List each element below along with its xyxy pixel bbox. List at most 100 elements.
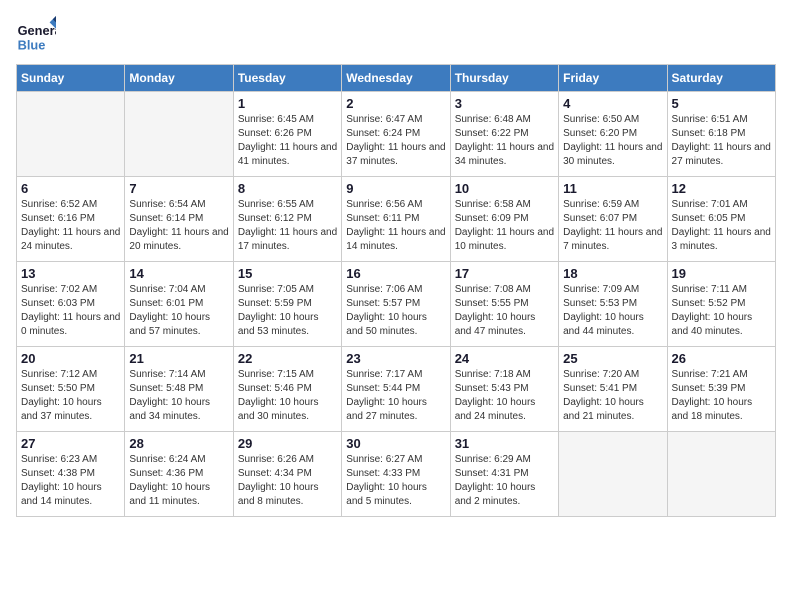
calendar-day: 8 Sunrise: 6:55 AM Sunset: 6:12 PM Daylig… (233, 177, 341, 262)
day-info: Sunrise: 6:45 AM Sunset: 6:26 PM Dayligh… (238, 113, 337, 169)
day-number: 22 (238, 351, 337, 366)
calendar-day: 4 Sunrise: 6:50 AM Sunset: 6:20 PM Daylig… (559, 92, 667, 177)
day-info: Sunrise: 7:14 AM Sunset: 5:48 PM Dayligh… (129, 368, 228, 424)
day-number: 20 (21, 351, 120, 366)
col-header-monday: Monday (125, 65, 233, 92)
day-info: Sunrise: 6:47 AM Sunset: 6:24 PM Dayligh… (346, 113, 445, 169)
day-info: Sunrise: 6:50 AM Sunset: 6:20 PM Dayligh… (563, 113, 662, 169)
day-info: Sunrise: 6:48 AM Sunset: 6:22 PM Dayligh… (455, 113, 554, 169)
col-header-thursday: Thursday (450, 65, 558, 92)
day-number: 3 (455, 96, 554, 111)
calendar-day: 13 Sunrise: 7:02 AM Sunset: 6:03 PM Dayli… (17, 262, 125, 347)
day-number: 1 (238, 96, 337, 111)
col-header-tuesday: Tuesday (233, 65, 341, 92)
day-number: 7 (129, 181, 228, 196)
day-number: 9 (346, 181, 445, 196)
calendar-day: 21 Sunrise: 7:14 AM Sunset: 5:48 PM Dayli… (125, 347, 233, 432)
day-info: Sunrise: 6:56 AM Sunset: 6:11 PM Dayligh… (346, 198, 445, 254)
day-number: 6 (21, 181, 120, 196)
day-info: Sunrise: 7:18 AM Sunset: 5:43 PM Dayligh… (455, 368, 554, 424)
calendar-day: 22 Sunrise: 7:15 AM Sunset: 5:46 PM Dayli… (233, 347, 341, 432)
day-info: Sunrise: 7:09 AM Sunset: 5:53 PM Dayligh… (563, 283, 662, 339)
calendar-day: 30 Sunrise: 6:27 AM Sunset: 4:33 PM Dayli… (342, 432, 450, 517)
day-info: Sunrise: 7:15 AM Sunset: 5:46 PM Dayligh… (238, 368, 337, 424)
day-number: 28 (129, 436, 228, 451)
col-header-sunday: Sunday (17, 65, 125, 92)
col-header-wednesday: Wednesday (342, 65, 450, 92)
day-info: Sunrise: 7:02 AM Sunset: 6:03 PM Dayligh… (21, 283, 120, 339)
col-header-saturday: Saturday (667, 65, 775, 92)
day-info: Sunrise: 6:26 AM Sunset: 4:34 PM Dayligh… (238, 453, 337, 509)
day-info: Sunrise: 7:06 AM Sunset: 5:57 PM Dayligh… (346, 283, 445, 339)
day-info: Sunrise: 7:12 AM Sunset: 5:50 PM Dayligh… (21, 368, 120, 424)
day-number: 8 (238, 181, 337, 196)
day-number: 31 (455, 436, 554, 451)
day-number: 18 (563, 266, 662, 281)
day-number: 15 (238, 266, 337, 281)
calendar-day: 6 Sunrise: 6:52 AM Sunset: 6:16 PM Daylig… (17, 177, 125, 262)
calendar-day: 12 Sunrise: 7:01 AM Sunset: 6:05 PM Dayli… (667, 177, 775, 262)
day-info: Sunrise: 7:08 AM Sunset: 5:55 PM Dayligh… (455, 283, 554, 339)
day-info: Sunrise: 7:20 AM Sunset: 5:41 PM Dayligh… (563, 368, 662, 424)
calendar-day: 18 Sunrise: 7:09 AM Sunset: 5:53 PM Dayli… (559, 262, 667, 347)
calendar-day: 31 Sunrise: 6:29 AM Sunset: 4:31 PM Dayli… (450, 432, 558, 517)
calendar-day: 5 Sunrise: 6:51 AM Sunset: 6:18 PM Daylig… (667, 92, 775, 177)
calendar-day: 16 Sunrise: 7:06 AM Sunset: 5:57 PM Dayli… (342, 262, 450, 347)
calendar-day: 19 Sunrise: 7:11 AM Sunset: 5:52 PM Dayli… (667, 262, 775, 347)
day-number: 11 (563, 181, 662, 196)
calendar-day: 17 Sunrise: 7:08 AM Sunset: 5:55 PM Dayli… (450, 262, 558, 347)
day-number: 25 (563, 351, 662, 366)
calendar-day (559, 432, 667, 517)
day-number: 26 (672, 351, 771, 366)
day-number: 17 (455, 266, 554, 281)
day-number: 5 (672, 96, 771, 111)
day-info: Sunrise: 6:59 AM Sunset: 6:07 PM Dayligh… (563, 198, 662, 254)
day-number: 14 (129, 266, 228, 281)
day-info: Sunrise: 6:27 AM Sunset: 4:33 PM Dayligh… (346, 453, 445, 509)
calendar-week-3: 13 Sunrise: 7:02 AM Sunset: 6:03 PM Dayli… (17, 262, 776, 347)
day-number: 13 (21, 266, 120, 281)
day-number: 30 (346, 436, 445, 451)
calendar-table: SundayMondayTuesdayWednesdayThursdayFrid… (16, 64, 776, 517)
calendar-day: 1 Sunrise: 6:45 AM Sunset: 6:26 PM Daylig… (233, 92, 341, 177)
day-number: 2 (346, 96, 445, 111)
day-number: 4 (563, 96, 662, 111)
day-info: Sunrise: 7:11 AM Sunset: 5:52 PM Dayligh… (672, 283, 771, 339)
calendar-week-2: 6 Sunrise: 6:52 AM Sunset: 6:16 PM Daylig… (17, 177, 776, 262)
calendar-day: 27 Sunrise: 6:23 AM Sunset: 4:38 PM Dayli… (17, 432, 125, 517)
calendar-day: 7Sunrise: 6:54 AM Sunset: 6:14 PM Daylig… (125, 177, 233, 262)
day-info: Sunrise: 7:01 AM Sunset: 6:05 PM Dayligh… (672, 198, 771, 254)
day-info: Sunrise: 6:51 AM Sunset: 6:18 PM Dayligh… (672, 113, 771, 169)
calendar-day: 26 Sunrise: 7:21 AM Sunset: 5:39 PM Dayli… (667, 347, 775, 432)
calendar-day: 28 Sunrise: 6:24 AM Sunset: 4:36 PM Dayli… (125, 432, 233, 517)
day-number: 21 (129, 351, 228, 366)
day-number: 12 (672, 181, 771, 196)
calendar-week-4: 20 Sunrise: 7:12 AM Sunset: 5:50 PM Dayli… (17, 347, 776, 432)
calendar-day: 3 Sunrise: 6:48 AM Sunset: 6:22 PM Daylig… (450, 92, 558, 177)
calendar-day: 25 Sunrise: 7:20 AM Sunset: 5:41 PM Dayli… (559, 347, 667, 432)
calendar-week-5: 27 Sunrise: 6:23 AM Sunset: 4:38 PM Dayli… (17, 432, 776, 517)
day-info: Sunrise: 6:58 AM Sunset: 6:09 PM Dayligh… (455, 198, 554, 254)
logo-icon: General Blue (16, 16, 56, 56)
day-number: 29 (238, 436, 337, 451)
day-info: Sunrise: 6:52 AM Sunset: 6:16 PM Dayligh… (21, 198, 120, 254)
day-info: Sunrise: 6:24 AM Sunset: 4:36 PM Dayligh… (129, 453, 228, 509)
calendar-week-1: 1 Sunrise: 6:45 AM Sunset: 6:26 PM Daylig… (17, 92, 776, 177)
day-number: 27 (21, 436, 120, 451)
day-number: 23 (346, 351, 445, 366)
calendar-day: 29 Sunrise: 6:26 AM Sunset: 4:34 PM Dayli… (233, 432, 341, 517)
day-number: 19 (672, 266, 771, 281)
day-info: Sunrise: 6:29 AM Sunset: 4:31 PM Dayligh… (455, 453, 554, 509)
day-info: Sunrise: 7:04 AM Sunset: 6:01 PM Dayligh… (129, 283, 228, 339)
day-info: Sunrise: 6:23 AM Sunset: 4:38 PM Dayligh… (21, 453, 120, 509)
day-info: Sunrise: 7:05 AM Sunset: 5:59 PM Dayligh… (238, 283, 337, 339)
day-info: Sunrise: 6:55 AM Sunset: 6:12 PM Dayligh… (238, 198, 337, 254)
day-info: Sunrise: 7:17 AM Sunset: 5:44 PM Dayligh… (346, 368, 445, 424)
calendar-day: 11 Sunrise: 6:59 AM Sunset: 6:07 PM Dayli… (559, 177, 667, 262)
col-header-friday: Friday (559, 65, 667, 92)
day-info: Sunrise: 7:21 AM Sunset: 5:39 PM Dayligh… (672, 368, 771, 424)
svg-text:Blue: Blue (18, 38, 46, 53)
calendar-day (125, 92, 233, 177)
day-number: 16 (346, 266, 445, 281)
calendar-day: 9 Sunrise: 6:56 AM Sunset: 6:11 PM Daylig… (342, 177, 450, 262)
